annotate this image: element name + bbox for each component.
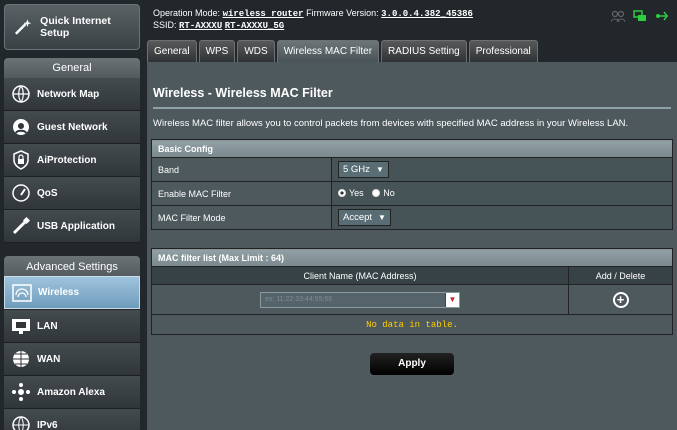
nav-usb-application[interactable]: USB Application <box>4 210 140 243</box>
nav-aiprotection[interactable]: AiProtection <box>4 144 140 177</box>
quick-internet-setup-button[interactable]: Quick Internet Setup <box>4 4 140 50</box>
sidebar: Quick Internet Setup General Network Map… <box>0 0 141 430</box>
band-label: Band <box>151 157 332 182</box>
band-select[interactable]: 5 GHz ▼ <box>338 161 389 178</box>
tab-wps[interactable]: WPS <box>198 40 236 62</box>
nav-label: AiProtection <box>37 154 97 166</box>
usb-icon <box>10 215 32 237</box>
mac-filter-mode-select[interactable]: Accept ▼ <box>338 209 391 226</box>
client-list-dropdown-icon[interactable]: ▼ <box>445 292 459 307</box>
page-title: Wireless - Wireless MAC Filter <box>153 86 333 100</box>
nav-label: WAN <box>37 353 61 365</box>
main-panel: Wireless - Wireless MAC Filter Wireless … <box>147 62 677 430</box>
operation-mode-line: Operation Mode: wireless router Firmware… <box>153 8 473 19</box>
nav-label: USB Application <box>37 220 115 232</box>
basic-config-table: Basic Config Band 5 GHz ▼ Enable MAC Fil… <box>151 139 673 230</box>
tab-radius-setting[interactable]: RADIUS Setting <box>381 40 467 62</box>
client-name-column-header: Client Name (MAC Address) <box>151 266 569 285</box>
operation-mode-link[interactable]: wireless router <box>223 9 304 19</box>
enable-mac-filter-label: Enable MAC Filter <box>151 181 332 206</box>
internet-status-icon[interactable] <box>633 10 647 22</box>
network-map-icon <box>10 83 32 105</box>
mac-filter-list-table: MAC filter list (Max Limit : 64) Client … <box>151 248 673 335</box>
status-bar: Operation Mode: wireless router Firmware… <box>147 0 677 38</box>
lock-icon <box>10 149 32 171</box>
ssid-24g-link[interactable]: RT-AXXXU <box>179 21 222 31</box>
tab-wireless-mac-filter[interactable]: Wireless MAC Filter <box>276 40 380 62</box>
nav-label: Wireless <box>38 287 80 298</box>
mac-filter-mode-label: MAC Filter Mode <box>151 205 332 230</box>
gauge-icon <box>10 182 32 204</box>
ipv6-icon <box>10 414 32 430</box>
nav-network-map[interactable]: Network Map <box>4 78 140 111</box>
globe-icon <box>10 348 32 370</box>
chevron-down-icon: ▼ <box>378 213 386 222</box>
ssid-5g-link[interactable]: RT-AXXXU_5G <box>225 21 284 31</box>
nav-ipv6[interactable]: IPv6 <box>4 409 140 430</box>
tab-general[interactable]: General <box>147 40 197 62</box>
tab-wds[interactable]: WDS <box>237 40 275 62</box>
nav-qos[interactable]: QoS <box>4 177 140 210</box>
wizard-icon <box>15 19 32 35</box>
nav-label: Guest Network <box>37 121 108 133</box>
add-delete-column-header: Add / Delete <box>568 266 673 285</box>
basic-config-header: Basic Config <box>151 139 673 158</box>
guest-network-icon <box>10 116 32 138</box>
tab-professional[interactable]: Professional <box>468 40 538 62</box>
nav-guest-network[interactable]: Guest Network <box>4 111 140 144</box>
empty-table-message: No data in table. <box>151 314 673 335</box>
advanced-settings-header: Advanced Settings <box>4 256 140 278</box>
nav-label: QoS <box>37 187 58 199</box>
firmware-link[interactable]: 3.0.0.4.382_45386 <box>381 9 473 19</box>
nav-label: Network Map <box>37 88 100 100</box>
enable-no-radio[interactable]: No <box>372 188 395 198</box>
nav-label: Amazon Alexa <box>37 386 105 398</box>
tab-bar: General WPS WDS Wireless MAC Filter RADI… <box>147 40 538 62</box>
nav-lan[interactable]: LAN <box>4 310 140 343</box>
clients-icon[interactable] <box>611 10 625 22</box>
nav-label: IPv6 <box>37 419 58 430</box>
page-description: Wireless MAC filter allows you to contro… <box>153 118 629 129</box>
quick-setup-label: Quick Internet Setup <box>40 15 111 39</box>
ssid-line: SSID: RT-AXXXU RT-AXXXU_5G <box>153 20 285 31</box>
alexa-icon <box>10 381 32 403</box>
add-icon[interactable]: + <box>612 291 629 308</box>
lan-icon <box>10 315 32 337</box>
chevron-down-icon: ▼ <box>375 165 384 174</box>
status-icons <box>611 10 669 22</box>
title-divider <box>153 107 671 109</box>
radio-unselected-icon <box>372 189 381 197</box>
mac-address-input[interactable]: ex: 11:22:33:44:55:66 ▼ <box>260 291 460 308</box>
apply-button[interactable]: Apply <box>370 353 454 375</box>
usb-status-icon[interactable] <box>655 10 669 22</box>
wifi-icon <box>11 282 33 304</box>
enable-yes-radio[interactable]: Yes <box>338 188 364 198</box>
nav-amazon-alexa[interactable]: Amazon Alexa <box>4 376 140 409</box>
nav-wireless[interactable]: Wireless <box>4 276 140 309</box>
mac-filter-list-header: MAC filter list (Max Limit : 64) <box>151 248 673 267</box>
nav-label: LAN <box>37 320 58 332</box>
nav-wan[interactable]: WAN <box>4 343 140 376</box>
radio-selected-icon <box>338 189 346 197</box>
general-header: General <box>4 58 140 78</box>
